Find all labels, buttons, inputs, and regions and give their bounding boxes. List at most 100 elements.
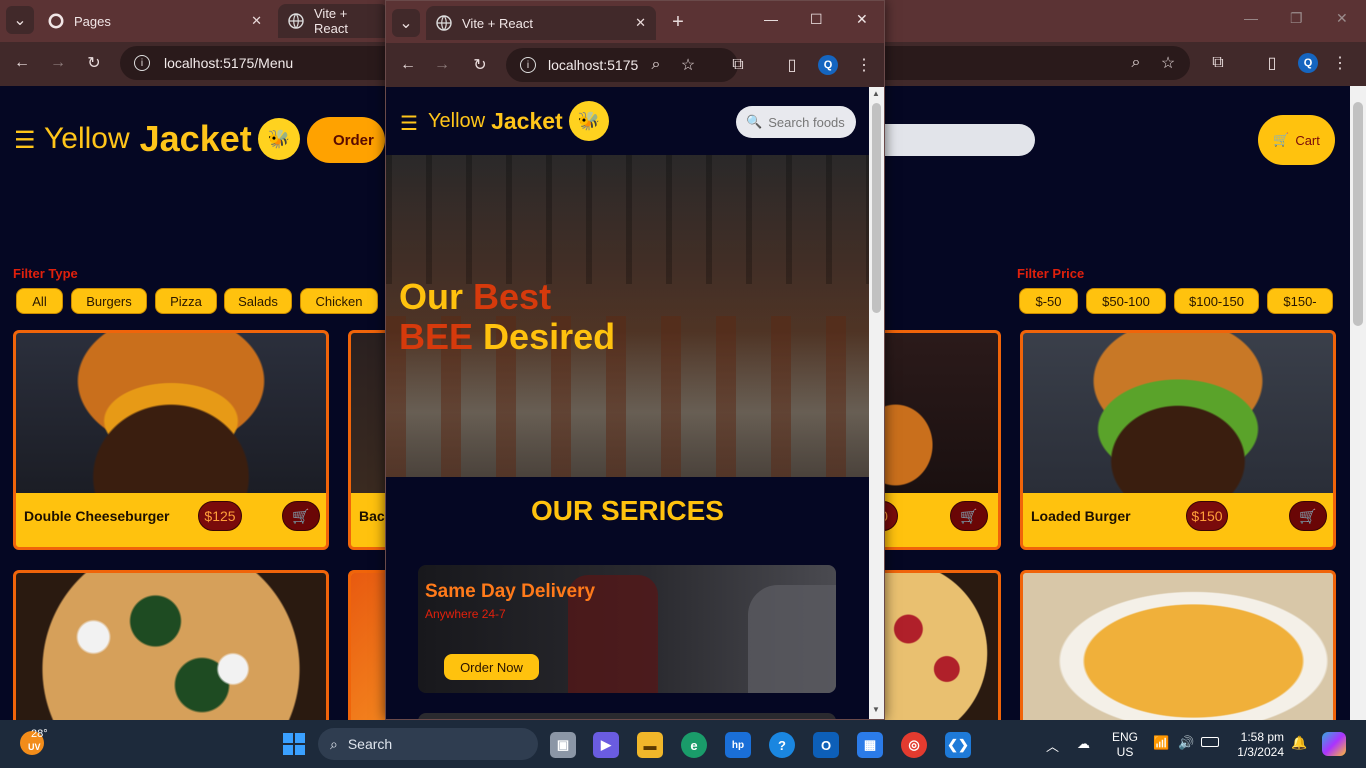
filter-price-under-50[interactable]: $-50: [1019, 288, 1078, 314]
menu-kebab-icon[interactable]: ⋮: [850, 51, 878, 79]
add-to-cart-button[interactable]: 🛒: [282, 501, 320, 531]
pizza-image: [16, 573, 326, 720]
back-icon[interactable]: ←: [8, 49, 36, 77]
help-icon[interactable]: ?: [769, 732, 795, 758]
minimize-icon[interactable]: —: [1244, 10, 1258, 26]
pizza-image: [1023, 573, 1333, 720]
filter-pizza[interactable]: Pizza: [155, 288, 217, 314]
burger-image: [1023, 333, 1333, 493]
reload-icon[interactable]: ↻: [80, 49, 108, 77]
file-explorer-icon[interactable]: ▬: [637, 732, 663, 758]
cart-icon: 🛒: [960, 507, 978, 524]
add-to-cart-button[interactable]: 🛒: [950, 501, 988, 531]
close-window-icon[interactable]: ✕: [856, 11, 868, 28]
tab-title: Vite + React: [314, 6, 348, 36]
price-badge: $150: [1186, 501, 1228, 531]
filter-price-50-100[interactable]: $50-100: [1086, 288, 1166, 314]
forward-icon[interactable]: →: [44, 49, 72, 77]
notification-bell-icon[interactable]: 🔔: [1291, 735, 1307, 751]
store-icon[interactable]: ▦: [857, 732, 883, 758]
outlook-icon[interactable]: O: [813, 732, 839, 758]
language-indicator[interactable]: ENG US: [1112, 730, 1138, 760]
filter-burgers[interactable]: Burgers: [71, 288, 147, 314]
extensions-icon[interactable]: ⧉: [724, 51, 752, 79]
side-panel-icon[interactable]: ▯: [778, 51, 806, 79]
hamburger-menu-icon[interactable]: ☰: [400, 111, 418, 136]
side-panel-icon[interactable]: ▯: [1258, 49, 1286, 77]
food-card[interactable]: Loaded Burger $150 🛒: [1020, 330, 1336, 550]
windows-start-icon[interactable]: [282, 732, 306, 756]
search-input[interactable]: [885, 124, 1035, 156]
popup-address-bar[interactable]: i localhost:5175: [506, 48, 738, 82]
popup-scrollbar[interactable]: ▲ ▼: [869, 87, 884, 719]
cart-icon: 🛒: [1273, 132, 1290, 147]
add-to-cart-button[interactable]: 🛒: [1289, 501, 1327, 531]
food-card[interactable]: 0 🛒: [870, 330, 1001, 550]
chrome-icon[interactable]: ◎: [901, 732, 927, 758]
menu-kebab-icon[interactable]: ⋮: [1326, 49, 1354, 77]
restore-icon[interactable]: ❐: [1290, 10, 1303, 27]
filter-salads[interactable]: Salads: [224, 288, 292, 314]
taskbar-search[interactable]: ⌕ Search: [318, 728, 538, 760]
filter-price-100-150[interactable]: $100-150: [1174, 288, 1259, 314]
profile-avatar[interactable]: Q: [814, 51, 842, 79]
wifi-icon[interactable]: 📶: [1153, 735, 1169, 751]
order-button[interactable]: Order: [307, 117, 385, 163]
bee-logo-icon: 🐝: [568, 101, 609, 141]
brand-logo[interactable]: Yellow Jacket 🐝: [428, 101, 609, 141]
close-tab-icon[interactable]: ✕: [635, 15, 646, 31]
filter-all[interactable]: All: [16, 288, 63, 314]
close-window-icon[interactable]: ✕: [1336, 10, 1348, 27]
task-view-icon[interactable]: ▣: [550, 732, 576, 758]
tab-pages[interactable]: Pages ✕: [38, 4, 272, 38]
tab-search-chevron-icon[interactable]: ⌄: [6, 6, 34, 34]
hamburger-menu-icon[interactable]: ☰: [14, 126, 36, 155]
site-info-icon[interactable]: i: [134, 55, 150, 71]
service-card: Same Day Delivery Anywhere 24-7 Order No…: [418, 565, 836, 693]
filter-type-label: Filter Type: [13, 266, 78, 281]
site-info-icon[interactable]: i: [520, 57, 536, 73]
teams-icon[interactable]: ▶: [593, 732, 619, 758]
service-card: [418, 713, 836, 719]
globe-icon: [288, 13, 304, 29]
food-card[interactable]: [870, 570, 1001, 720]
popup-tab[interactable]: Vite + React ✕: [426, 6, 656, 40]
new-tab-icon[interactable]: +: [664, 8, 692, 36]
bookmark-star-icon[interactable]: ☆: [1154, 49, 1182, 77]
volume-icon[interactable]: 🔊: [1178, 735, 1194, 751]
vscode-icon[interactable]: ❮❯: [945, 732, 971, 758]
zoom-icon[interactable]: ⌕: [642, 51, 670, 79]
order-now-button[interactable]: Order Now: [444, 654, 539, 680]
filter-price-150-plus[interactable]: $150-: [1267, 288, 1333, 314]
battery-icon[interactable]: [1201, 737, 1219, 747]
search-input[interactable]: 🔍 Search foods: [736, 106, 856, 138]
tab-vite-react[interactable]: Vite + React: [278, 4, 388, 38]
tab-title: Vite + React: [462, 15, 533, 31]
onedrive-icon[interactable]: ☁: [1077, 736, 1090, 752]
food-name: Loaded Burger: [1031, 508, 1131, 524]
food-card[interactable]: Double Cheeseburger $125 🛒: [13, 330, 329, 550]
bookmark-star-icon[interactable]: ☆: [674, 51, 702, 79]
copilot-icon[interactable]: [1322, 732, 1346, 756]
food-card[interactable]: [13, 570, 329, 720]
profile-avatar[interactable]: Q: [1294, 49, 1322, 77]
food-card[interactable]: [1020, 570, 1336, 720]
minimize-icon[interactable]: —: [764, 11, 778, 27]
extensions-icon[interactable]: ⧉: [1204, 49, 1232, 77]
forward-icon[interactable]: →: [428, 51, 456, 79]
zoom-icon[interactable]: ⌕: [1122, 49, 1150, 77]
close-tab-icon[interactable]: ✕: [251, 13, 262, 29]
show-hidden-icons[interactable]: ︿: [1046, 736, 1059, 755]
cart-button[interactable]: 🛒 Cart: [1258, 115, 1335, 165]
tab-search-chevron-icon[interactable]: ⌄: [392, 9, 420, 37]
maximize-icon[interactable]: ☐: [810, 11, 823, 28]
main-scrollbar[interactable]: [1350, 86, 1366, 720]
clock[interactable]: 1:58 pm 1/3/2024: [1228, 730, 1284, 760]
hp-icon[interactable]: hp: [725, 732, 751, 758]
filter-chicken[interactable]: Chicken: [300, 288, 378, 314]
edge-icon[interactable]: e: [681, 732, 707, 758]
reload-icon[interactable]: ↻: [466, 51, 494, 79]
weather-uv: UV: [28, 742, 41, 752]
brand-logo[interactable]: Yellow Jacket 🐝: [44, 118, 300, 160]
back-icon[interactable]: ←: [394, 51, 422, 79]
